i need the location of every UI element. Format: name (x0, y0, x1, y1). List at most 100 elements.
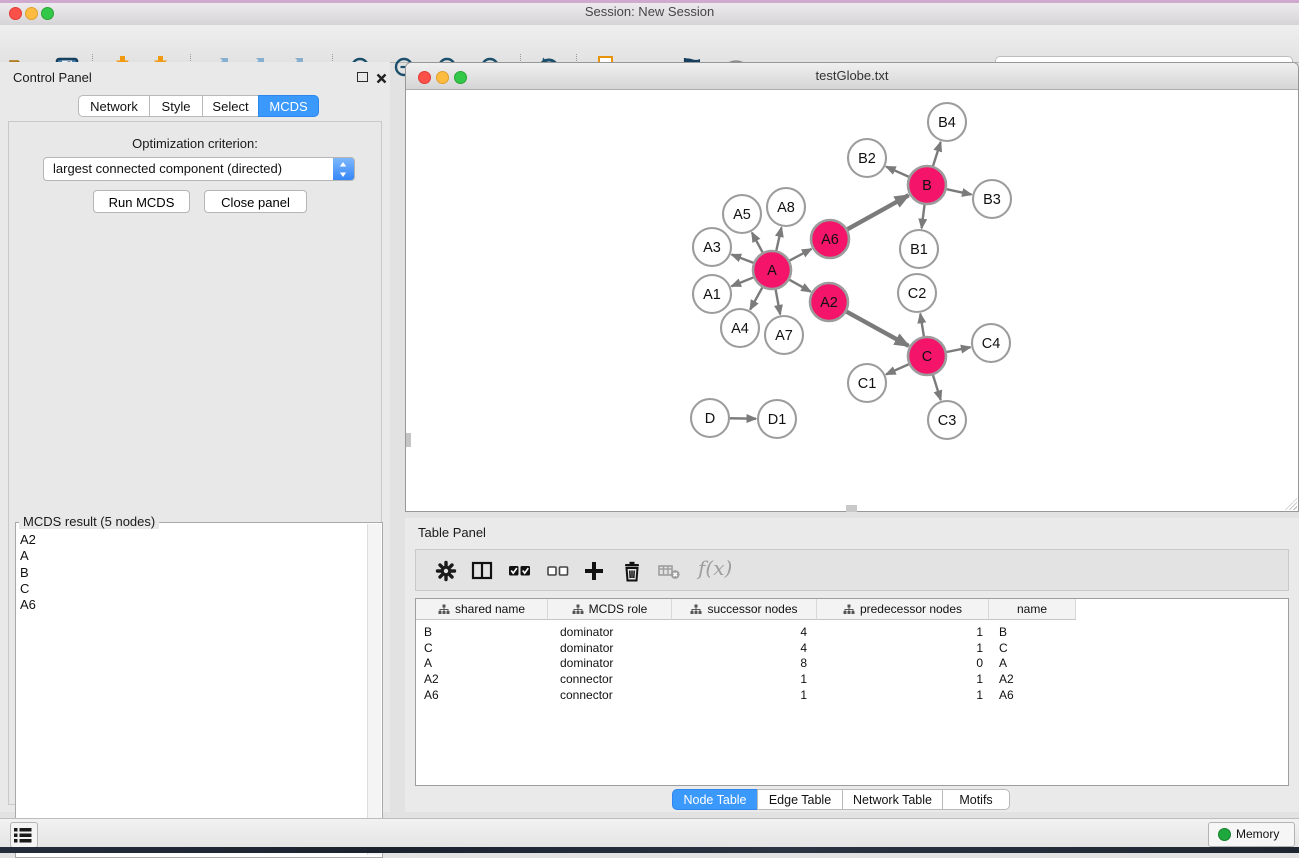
table-row[interactable]: A2connector11A2 (416, 671, 1288, 687)
graph-edge-C-C4[interactable] (944, 347, 971, 352)
network-vertical-scroll-thumb[interactable] (406, 433, 411, 447)
graph-node-label: C (922, 349, 932, 365)
mcds-result-item[interactable]: A6 (20, 597, 350, 613)
table-cell[interactable]: dominator (548, 641, 672, 655)
graph-edge-A-A4[interactable] (750, 285, 764, 310)
table-cell[interactable]: dominator (548, 656, 672, 670)
table-row[interactable]: A6connector11A6 (416, 687, 1288, 703)
delete-table-icon[interactable] (657, 559, 681, 583)
table-row[interactable]: Adominator80A (416, 656, 1288, 672)
result-scrollbar[interactable] (367, 524, 381, 855)
table-cell[interactable]: 1 (817, 641, 989, 655)
graph-edge-C-C3[interactable] (932, 372, 941, 400)
deselect-all-icon[interactable] (546, 559, 570, 583)
graph-edge-A-A2[interactable] (787, 278, 811, 291)
tab-mcds[interactable]: MCDS (258, 95, 319, 117)
float-panel-icon[interactable] (357, 72, 368, 82)
table-cell[interactable]: B (416, 625, 548, 639)
mcds-result-item[interactable]: A2 (20, 532, 350, 548)
main-toolbar (0, 25, 1299, 63)
add-column-icon[interactable] (582, 559, 606, 583)
list-icon (11, 823, 35, 847)
graph-edge-B-B1[interactable] (922, 202, 925, 228)
table-cell[interactable]: connector (548, 672, 672, 686)
delete-icon[interactable] (620, 559, 644, 583)
table-cell[interactable]: A2 (989, 672, 1076, 686)
column-header-name[interactable]: name (989, 599, 1076, 620)
table-cell[interactable]: 1 (672, 672, 817, 686)
task-history-button[interactable] (10, 822, 38, 848)
tab-select[interactable]: Select (202, 95, 259, 117)
table-cell[interactable]: 1 (817, 625, 989, 639)
graph-edge-A6-B[interactable] (845, 195, 909, 231)
graph-edge-C-C2[interactable] (920, 314, 924, 339)
column-header-label: shared name (455, 602, 525, 616)
graph-edge-A-A6[interactable] (787, 249, 811, 262)
select-all-icon[interactable] (508, 559, 532, 583)
column-header-MCDS-role[interactable]: MCDS role (548, 599, 672, 620)
function-builder-icon[interactable]: f(x) (698, 556, 732, 580)
table-row[interactable]: Cdominator41C (416, 640, 1288, 656)
graph-edge-A-A5[interactable] (752, 233, 764, 256)
split-view-icon[interactable] (470, 559, 494, 583)
graph-edge-B-B2[interactable] (886, 167, 911, 178)
table-cell[interactable]: 0 (817, 656, 989, 670)
graph-node-label: C3 (938, 413, 957, 429)
column-header-label: successor nodes (707, 602, 797, 616)
table-cell[interactable]: C (416, 641, 548, 655)
column-header-shared-name[interactable]: shared name (416, 599, 548, 620)
table-cell[interactable]: B (989, 625, 1076, 639)
column-header-successor-nodes[interactable]: successor nodes (672, 599, 817, 620)
table-row[interactable]: Bdominator41B (416, 624, 1288, 640)
mcds-result-item[interactable]: A (20, 548, 350, 564)
column-header-predecessor-nodes[interactable]: predecessor nodes (817, 599, 989, 620)
table-body: Bdominator41BCdominator41CAdominator80AA… (416, 624, 1288, 703)
network-graph[interactable]: B4B2BB3A8A5A6A3B1AA1C2A2A4A7C4CC1C3DD1 (406, 90, 1298, 510)
graph-edge-A-A7[interactable] (775, 287, 780, 315)
tab-style[interactable]: Style (149, 95, 203, 117)
table-cell[interactable]: A (416, 656, 548, 670)
network-view[interactable]: B4B2BB3A8A5A6A3B1AA1C2A2A4A7C4CC1C3DD1 (406, 90, 1298, 510)
graph-edge-B-B4[interactable] (932, 142, 941, 169)
table-cell[interactable]: 4 (672, 641, 817, 655)
table-cell[interactable]: 8 (672, 656, 817, 670)
network-window-title: testGlobe.txt (406, 68, 1298, 83)
graph-edge-A-A3[interactable] (732, 255, 757, 264)
graph-edge-B-B3[interactable] (944, 189, 972, 195)
graph-edge-A-A8[interactable] (776, 227, 782, 253)
tab-network[interactable]: Network (78, 95, 150, 117)
run-mcds-button[interactable]: Run MCDS (93, 190, 190, 213)
memory-button[interactable]: Memory (1208, 822, 1295, 847)
optimization-criterion-select[interactable]: largest connected component (directed) (43, 157, 355, 181)
table-cell[interactable]: dominator (548, 625, 672, 639)
table-cell[interactable]: A2 (416, 672, 548, 686)
table-cell[interactable]: A6 (416, 688, 548, 702)
network-window-titlebar[interactable]: testGlobe.txt (406, 63, 1298, 90)
table-cell[interactable]: A6 (989, 688, 1076, 702)
session-title: Session: New Session (0, 4, 1299, 19)
close-panel-button[interactable]: Close panel (204, 190, 307, 213)
table-cell[interactable]: connector (548, 688, 672, 702)
graph-edge-C-C1[interactable] (886, 363, 911, 374)
table-cell[interactable]: C (989, 641, 1076, 655)
tab-network-table[interactable]: Network Table (842, 789, 943, 810)
table-cell[interactable]: 4 (672, 625, 817, 639)
graph-edge-A-A1[interactable] (731, 276, 756, 286)
tab-node-table[interactable]: Node Table (672, 789, 758, 810)
mcds-result-item[interactable]: B (20, 565, 350, 581)
graph-node-label: B3 (983, 192, 1001, 208)
table-cell[interactable]: 1 (817, 688, 989, 702)
tab-motifs[interactable]: Motifs (942, 789, 1010, 810)
mcds-result-item[interactable]: C (20, 581, 350, 597)
gear-icon[interactable] (434, 559, 458, 583)
graph-edge-A2-C[interactable] (844, 310, 909, 346)
graph-node-label: B4 (938, 115, 956, 131)
table-cell[interactable]: A (989, 656, 1076, 670)
table-cell[interactable]: 1 (672, 688, 817, 702)
optimization-criterion-value: largest connected component (directed) (53, 161, 282, 176)
network-window: testGlobe.txt B4B2BB3A8A5A6A3B1AA1C2A2A4… (405, 62, 1299, 512)
close-panel-icon[interactable] (376, 73, 387, 84)
tab-edge-table[interactable]: Edge Table (757, 789, 843, 810)
network-horizontal-scroll-thumb[interactable] (846, 505, 857, 512)
table-cell[interactable]: 1 (817, 672, 989, 686)
